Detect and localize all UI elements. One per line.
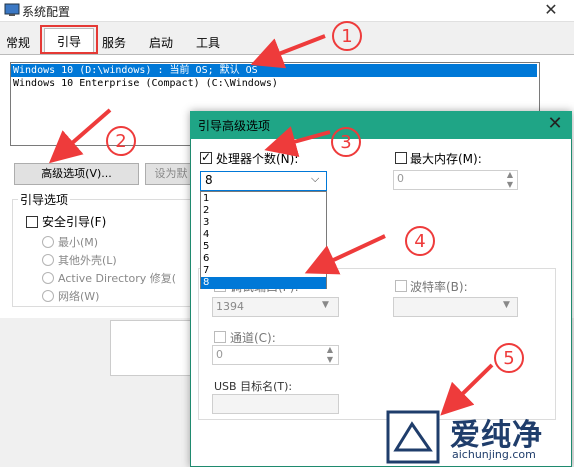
spin-down-icon[interactable]: ▼ bbox=[503, 180, 517, 190]
network-radio[interactable] bbox=[42, 290, 54, 302]
max-memory-checkbox[interactable] bbox=[395, 152, 407, 164]
num-processors-value: 8 bbox=[205, 173, 213, 187]
dropdown-option-selected[interactable]: 8 bbox=[201, 277, 326, 289]
title-bar bbox=[0, 0, 574, 22]
max-memory-value: 0 bbox=[397, 172, 404, 185]
dropdown-option[interactable]: 5 bbox=[201, 241, 326, 253]
background-panel bbox=[110, 320, 192, 376]
spin-up-icon[interactable]: ▲ bbox=[503, 170, 517, 180]
tab-general[interactable]: 常规 bbox=[2, 33, 34, 55]
usb-target-input[interactable] bbox=[212, 394, 339, 414]
channel-value: 0 bbox=[216, 348, 223, 361]
safe-boot-checkbox[interactable] bbox=[26, 216, 38, 228]
annotation-marker: 3 bbox=[331, 127, 361, 157]
dropdown-option[interactable]: 6 bbox=[201, 253, 326, 265]
max-memory-label: 最大内存(M): bbox=[410, 152, 482, 166]
num-processors-label: 处理器个数(N): bbox=[216, 152, 299, 166]
dropdown-option[interactable]: 7 bbox=[201, 265, 326, 277]
alternate-shell-radio[interactable] bbox=[42, 254, 54, 266]
baud-rate-checkbox[interactable] bbox=[395, 280, 407, 292]
tab-tools[interactable]: 工具 bbox=[192, 33, 224, 55]
minimal-radio-label: 最小(M) bbox=[58, 236, 99, 249]
minimal-radio[interactable] bbox=[42, 236, 54, 248]
channel-input[interactable] bbox=[212, 345, 339, 365]
dialog-title: 引导高级选项 bbox=[198, 119, 271, 133]
annotation-marker: 5 bbox=[494, 343, 524, 373]
window-title: 系统配置 bbox=[22, 5, 71, 19]
os-list-item[interactable]: Windows 10 Enterprise (Compact) (C:\Wind… bbox=[11, 77, 537, 90]
max-memory-input[interactable] bbox=[393, 170, 518, 190]
checkmark-icon: ✓ bbox=[201, 150, 212, 164]
os-list-item[interactable]: Windows 10 (D:\windows) : 当前 OS; 默认 OS bbox=[11, 64, 537, 77]
watermark-logo-icon bbox=[386, 410, 440, 464]
usb-target-label: USB 目标名(T): bbox=[214, 380, 293, 393]
ad-repair-label: Active Directory 修复( bbox=[58, 272, 177, 285]
dropdown-option[interactable]: 3 bbox=[201, 217, 326, 229]
baud-rate-label: 波特率(B): bbox=[410, 280, 468, 294]
spin-up-icon[interactable]: ▲ bbox=[323, 345, 337, 355]
chevron-down-icon[interactable]: ⌵ bbox=[311, 172, 319, 186]
tab-services[interactable]: 服务 bbox=[98, 33, 130, 55]
chevron-down-icon[interactable]: ▼ bbox=[322, 300, 329, 310]
safe-boot-label: 安全引导(F) bbox=[42, 215, 107, 229]
tab-startup[interactable]: 启动 bbox=[145, 33, 177, 55]
close-icon[interactable]: ✕ bbox=[540, 111, 570, 139]
chevron-down-icon[interactable]: ▼ bbox=[503, 300, 510, 310]
close-icon[interactable]: ✕ bbox=[536, 0, 566, 20]
app-icon bbox=[4, 3, 20, 16]
annotation-marker: 2 bbox=[106, 126, 136, 156]
alternate-shell-label: 其他外壳(L) bbox=[58, 254, 117, 267]
channel-label: 通道(C): bbox=[230, 331, 276, 345]
debug-port-value: 1394 bbox=[216, 300, 244, 313]
dropdown-option[interactable]: 1 bbox=[201, 193, 326, 205]
dropdown-option[interactable]: 4 bbox=[201, 229, 326, 241]
boot-options-label: 引导选项 bbox=[18, 191, 71, 208]
baud-rate-select[interactable] bbox=[393, 297, 518, 317]
tab-highlight-box bbox=[40, 25, 98, 54]
ad-repair-radio[interactable] bbox=[42, 272, 54, 284]
dropdown-option[interactable]: 2 bbox=[201, 205, 326, 217]
advanced-options-button[interactable]: 高级选项(V)... bbox=[14, 163, 139, 185]
watermark-url: aichunjing.com bbox=[452, 448, 536, 461]
annotation-marker: 1 bbox=[332, 21, 362, 51]
spin-down-icon[interactable]: ▼ bbox=[323, 355, 337, 365]
network-radio-label: 网络(W) bbox=[58, 290, 100, 303]
num-processors-select[interactable] bbox=[200, 171, 327, 191]
annotation-marker: 4 bbox=[405, 226, 435, 256]
channel-checkbox[interactable] bbox=[214, 331, 226, 343]
